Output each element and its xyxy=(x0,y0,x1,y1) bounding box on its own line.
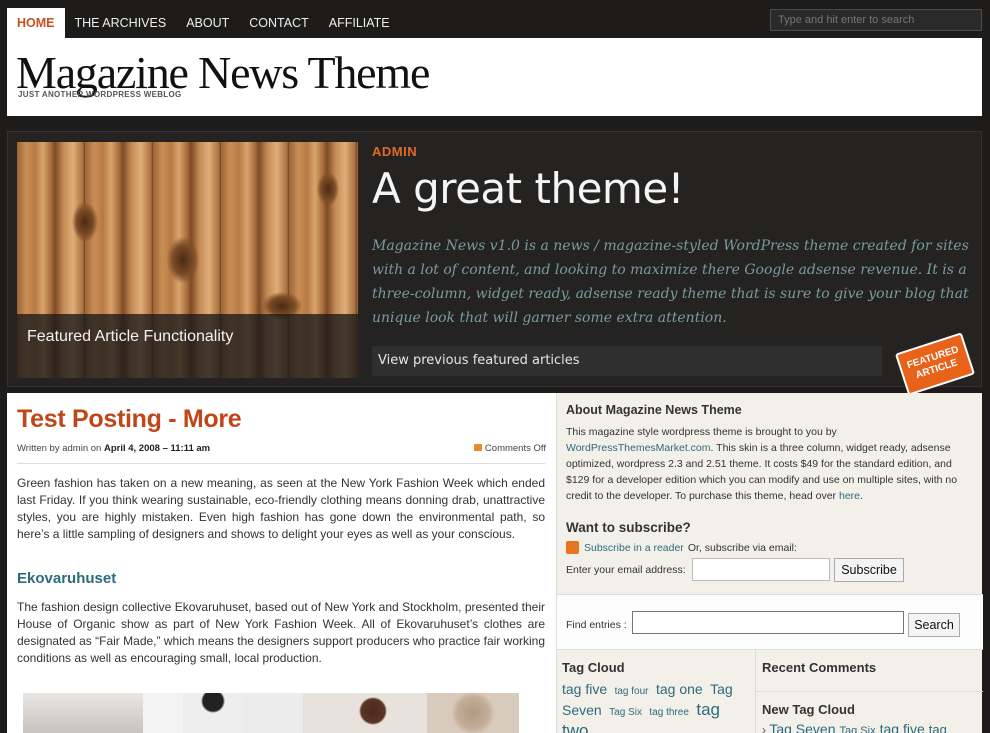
tag-link[interactable]: tag four xyxy=(615,686,649,697)
nav-about[interactable]: ABOUT xyxy=(176,8,239,38)
featured-author[interactable]: ADMIN xyxy=(372,144,417,159)
featured-excerpt: Magazine News v1.0 is a news / magazine-… xyxy=(372,238,969,326)
view-previous-featured-link[interactable]: View previous featured articles xyxy=(372,346,882,376)
divider xyxy=(756,691,983,692)
nav-home[interactable]: HOME xyxy=(7,8,65,38)
divider xyxy=(17,463,545,464)
featured-image-caption: Featured Article Functionality xyxy=(17,314,358,378)
comments-status-text: Comments Off xyxy=(484,443,546,454)
about-here-link[interactable]: here xyxy=(839,490,860,502)
sidebar: About Magazine News Theme This magazine … xyxy=(556,393,983,733)
wood-knot xyxy=(167,237,199,283)
post-photo[interactable] xyxy=(243,693,303,733)
subscribe-button[interactable]: Subscribe xyxy=(834,558,904,582)
new-tag-cloud: › Tag Seven Tag Six tag five tag xyxy=(762,721,951,733)
post-paragraph-1: Green fashion has taken on a new meaning… xyxy=(17,476,545,541)
post-title[interactable]: Test Posting - More xyxy=(17,405,242,434)
top-search-input[interactable] xyxy=(770,9,982,31)
wood-knot xyxy=(72,202,98,242)
post-photo[interactable] xyxy=(23,693,143,733)
tag-link[interactable]: tag xyxy=(929,722,947,733)
tag-link[interactable]: Tag Seven xyxy=(769,721,835,733)
recent-comments-title: Recent Comments xyxy=(762,660,877,675)
about-link[interactable]: WordPressThemesMarket.com xyxy=(566,442,711,454)
subscribe-reader-link[interactable]: Subscribe in a reader xyxy=(584,542,684,554)
comments-status: Comments Off xyxy=(473,443,546,454)
nav-contact[interactable]: CONTACT xyxy=(239,8,319,38)
tag-link[interactable]: tag five xyxy=(880,721,925,733)
rss-line: Subscribe in a reader Or, subscribe via … xyxy=(566,541,972,554)
comment-icon xyxy=(473,444,482,451)
subscribe-title: Want to subscribe? xyxy=(566,520,691,535)
about-text: This magazine style wordpress theme is b… xyxy=(566,424,972,504)
subscribe-widget: Want to subscribe? Subscribe in a reader… xyxy=(566,520,972,582)
about-title: About Magazine News Theme xyxy=(566,403,742,417)
post-photo-strip xyxy=(23,693,519,733)
about-widget: About Magazine News Theme This magazine … xyxy=(566,403,972,504)
rss-icon[interactable] xyxy=(566,541,579,554)
featured-caption-text: Featured Article Functionality xyxy=(27,328,234,345)
rss-suffix: Or, subscribe via email: xyxy=(687,541,797,554)
post-photo[interactable] xyxy=(183,693,243,733)
site-header: Magazine News Theme JUST ANOTHER WORDPRE… xyxy=(7,38,982,116)
nav-archives[interactable]: THE ARCHIVES xyxy=(65,8,177,38)
find-entries-widget: Find entries : Search xyxy=(557,594,983,650)
tag-cloud: tag five tag four tag one Tag Seven Tag … xyxy=(562,680,752,733)
featured-image[interactable]: Featured Article Functionality xyxy=(17,142,358,378)
post-meta-author: Written by admin on xyxy=(17,443,102,454)
featured-title[interactable]: A great theme! xyxy=(372,164,685,213)
featured-badge: FEATURED ARTICLE xyxy=(894,332,976,396)
find-entries-input[interactable] xyxy=(632,611,904,634)
email-field[interactable] xyxy=(692,558,830,581)
tag-link[interactable]: Tag Six xyxy=(840,725,876,733)
post-photo[interactable] xyxy=(427,693,519,733)
post-meta-date: April 4, 2008 – 11:11 am xyxy=(103,443,211,454)
tag-link[interactable]: tag three xyxy=(649,707,688,718)
new-tag-cloud-title: New Tag Cloud xyxy=(762,702,855,717)
site-tagline: JUST ANOTHER WORDPRESS WEBLOG xyxy=(18,90,182,99)
post-paragraph-2: The fashion design collective Ekovaruhus… xyxy=(17,600,545,665)
recent-comments-widget: Recent Comments New Tag Cloud › Tag Seve… xyxy=(756,650,983,733)
post-subheading: Ekovaruhuset xyxy=(17,570,117,587)
post-photo[interactable] xyxy=(143,693,183,733)
tag-link[interactable]: tag five xyxy=(562,681,607,697)
tag-link[interactable]: Tag Six xyxy=(609,707,642,718)
nav-affiliate[interactable]: AFFILIATE xyxy=(319,8,400,38)
tag-cloud-widget: Tag Cloud tag five tag four tag one Tag … xyxy=(557,650,756,733)
tag-cloud-title: Tag Cloud xyxy=(562,660,625,675)
featured-article: Featured Article Functionality ADMIN A g… xyxy=(7,131,982,396)
about-text-1: This magazine style wordpress theme is b… xyxy=(566,426,837,438)
top-nav: HOME THE ARCHIVES ABOUT CONTACT AFFILIAT… xyxy=(7,8,400,38)
main-content: Test Posting - More Written by admin on … xyxy=(7,393,556,733)
wood-knot xyxy=(317,172,339,206)
about-text-end: . xyxy=(860,490,863,502)
tag-link[interactable]: tag one xyxy=(656,681,703,697)
email-subscribe-row: Enter your email address: Subscribe xyxy=(566,558,972,582)
search-button[interactable]: Search xyxy=(908,613,960,637)
find-entries-label: Find entries : xyxy=(566,619,627,631)
post-photo[interactable] xyxy=(303,693,427,733)
email-label: Enter your email address: xyxy=(566,564,686,576)
post-meta: Written by admin on April 4, 2008 – 11:1… xyxy=(17,443,210,454)
